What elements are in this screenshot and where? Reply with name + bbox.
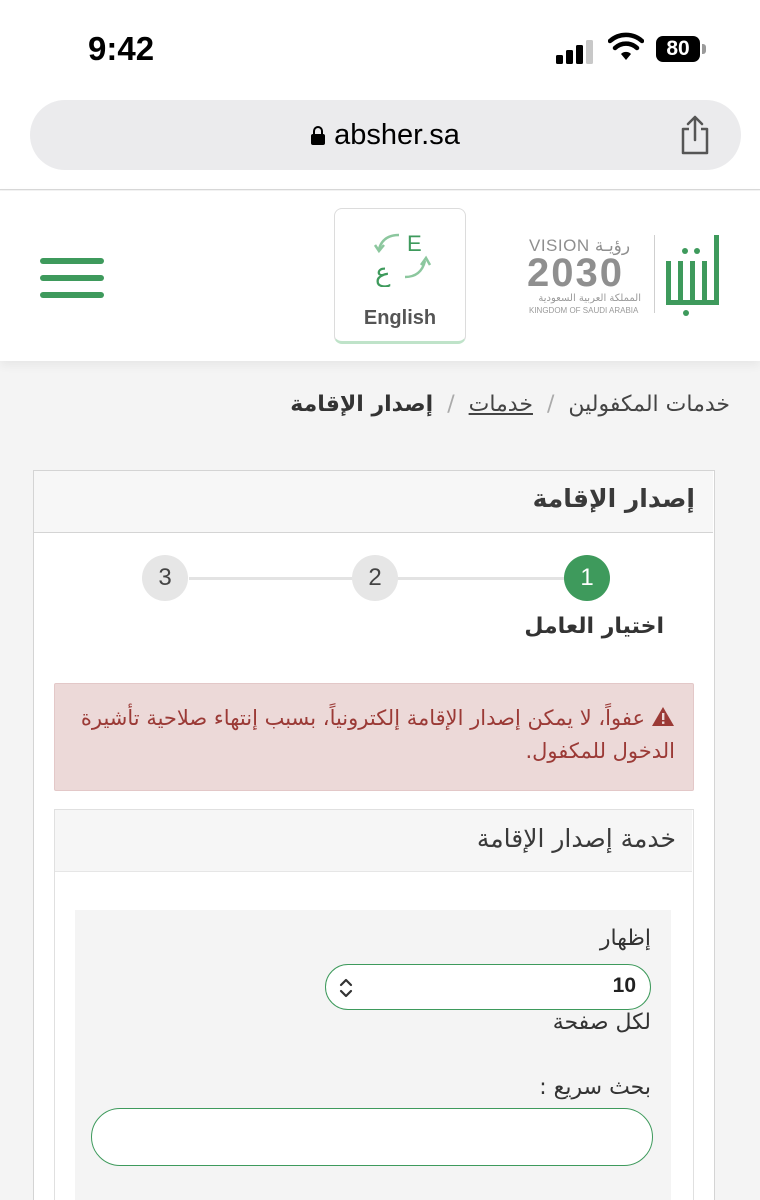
site-header: E ع English VISION رؤيـة 2030 المملكة ال…: [0, 191, 760, 361]
alert-message: عفواً، لا يمكن إصدار الإقامة إلكترونياً،…: [80, 706, 675, 763]
service-panel: خدمة إصدار الإقامة إظهار 10 لكل صفحة بحث…: [54, 809, 694, 1200]
panel-title: خدمة إصدار الإقامة: [476, 824, 676, 853]
breadcrumb: خدمات المكفولين / خدمات / إصدار الإقامة: [290, 392, 730, 417]
quick-search-label: بحث سريع :: [539, 1075, 651, 1100]
step-3: 3: [142, 555, 188, 601]
battery-indicator: 80: [656, 36, 700, 62]
warning-icon: [652, 707, 674, 726]
wifi-icon: [608, 32, 644, 60]
per-page-label: لكل صفحة: [552, 1010, 651, 1035]
page-size-value: 10: [612, 974, 636, 997]
browser-toolbar: absher.sa: [0, 96, 760, 190]
vision-2030-logo: VISION رؤيـة 2030 المملكة العربية السعود…: [527, 233, 643, 319]
battery-tip: [702, 44, 706, 54]
quick-search-input[interactable]: [91, 1108, 653, 1166]
step-1-active: 1: [564, 555, 610, 601]
breadcrumb-separator: /: [447, 392, 455, 417]
error-alert: عفواً، لا يمكن إصدار الإقامة إلكترونياً،…: [54, 683, 694, 791]
cellular-signal-icon: [556, 38, 596, 64]
hamburger-menu-icon[interactable]: [40, 258, 104, 298]
absher-logo: [666, 235, 719, 316]
vision-logo-year: 2030: [527, 251, 624, 295]
table-controls: إظهار 10 لكل صفحة بحث سريع :: [75, 910, 671, 1200]
language-button[interactable]: E ع English: [334, 208, 466, 344]
language-label: English: [363, 307, 437, 329]
step-2: 2: [352, 555, 398, 601]
card-title: إصدار الإقامة: [532, 484, 695, 513]
vision-logo-english: KINGDOM OF SAUDI ARABIA: [529, 306, 639, 315]
breadcrumb-item-sponsored-services: خدمات المكفولين: [568, 392, 730, 417]
share-icon[interactable]: [678, 114, 712, 156]
select-arrows-icon: [339, 978, 353, 998]
breadcrumb-item-services[interactable]: خدمات: [469, 392, 533, 417]
breadcrumb-item-current: إصدار الإقامة: [290, 392, 434, 417]
card-header: إصدار الإقامة: [34, 471, 713, 533]
language-switch-icon: E ع: [373, 231, 432, 287]
status-time: 9:42: [88, 30, 155, 67]
logo-divider: [654, 235, 655, 313]
svg-text:E: E: [407, 231, 422, 256]
show-label: إظهار: [599, 926, 651, 951]
lock-icon: [311, 126, 326, 145]
vision-logo-arabic: المملكة العربية السعودية: [538, 293, 641, 304]
iqama-issuance-card: إصدار الإقامة 3 2 1 اختيار العامل عفواً،…: [33, 470, 715, 1200]
svg-text:ع: ع: [375, 258, 391, 287]
panel-header: خدمة إصدار الإقامة: [55, 810, 692, 872]
status-bar: 9:42 80: [0, 0, 760, 96]
url-display[interactable]: absher.sa: [30, 100, 741, 170]
step-1-label: اختيار العامل: [524, 614, 664, 639]
address-bar[interactable]: absher.sa: [30, 100, 741, 170]
page-size-select[interactable]: 10: [325, 964, 651, 1010]
breadcrumb-separator: /: [546, 392, 555, 417]
url-text: absher.sa: [334, 119, 460, 151]
